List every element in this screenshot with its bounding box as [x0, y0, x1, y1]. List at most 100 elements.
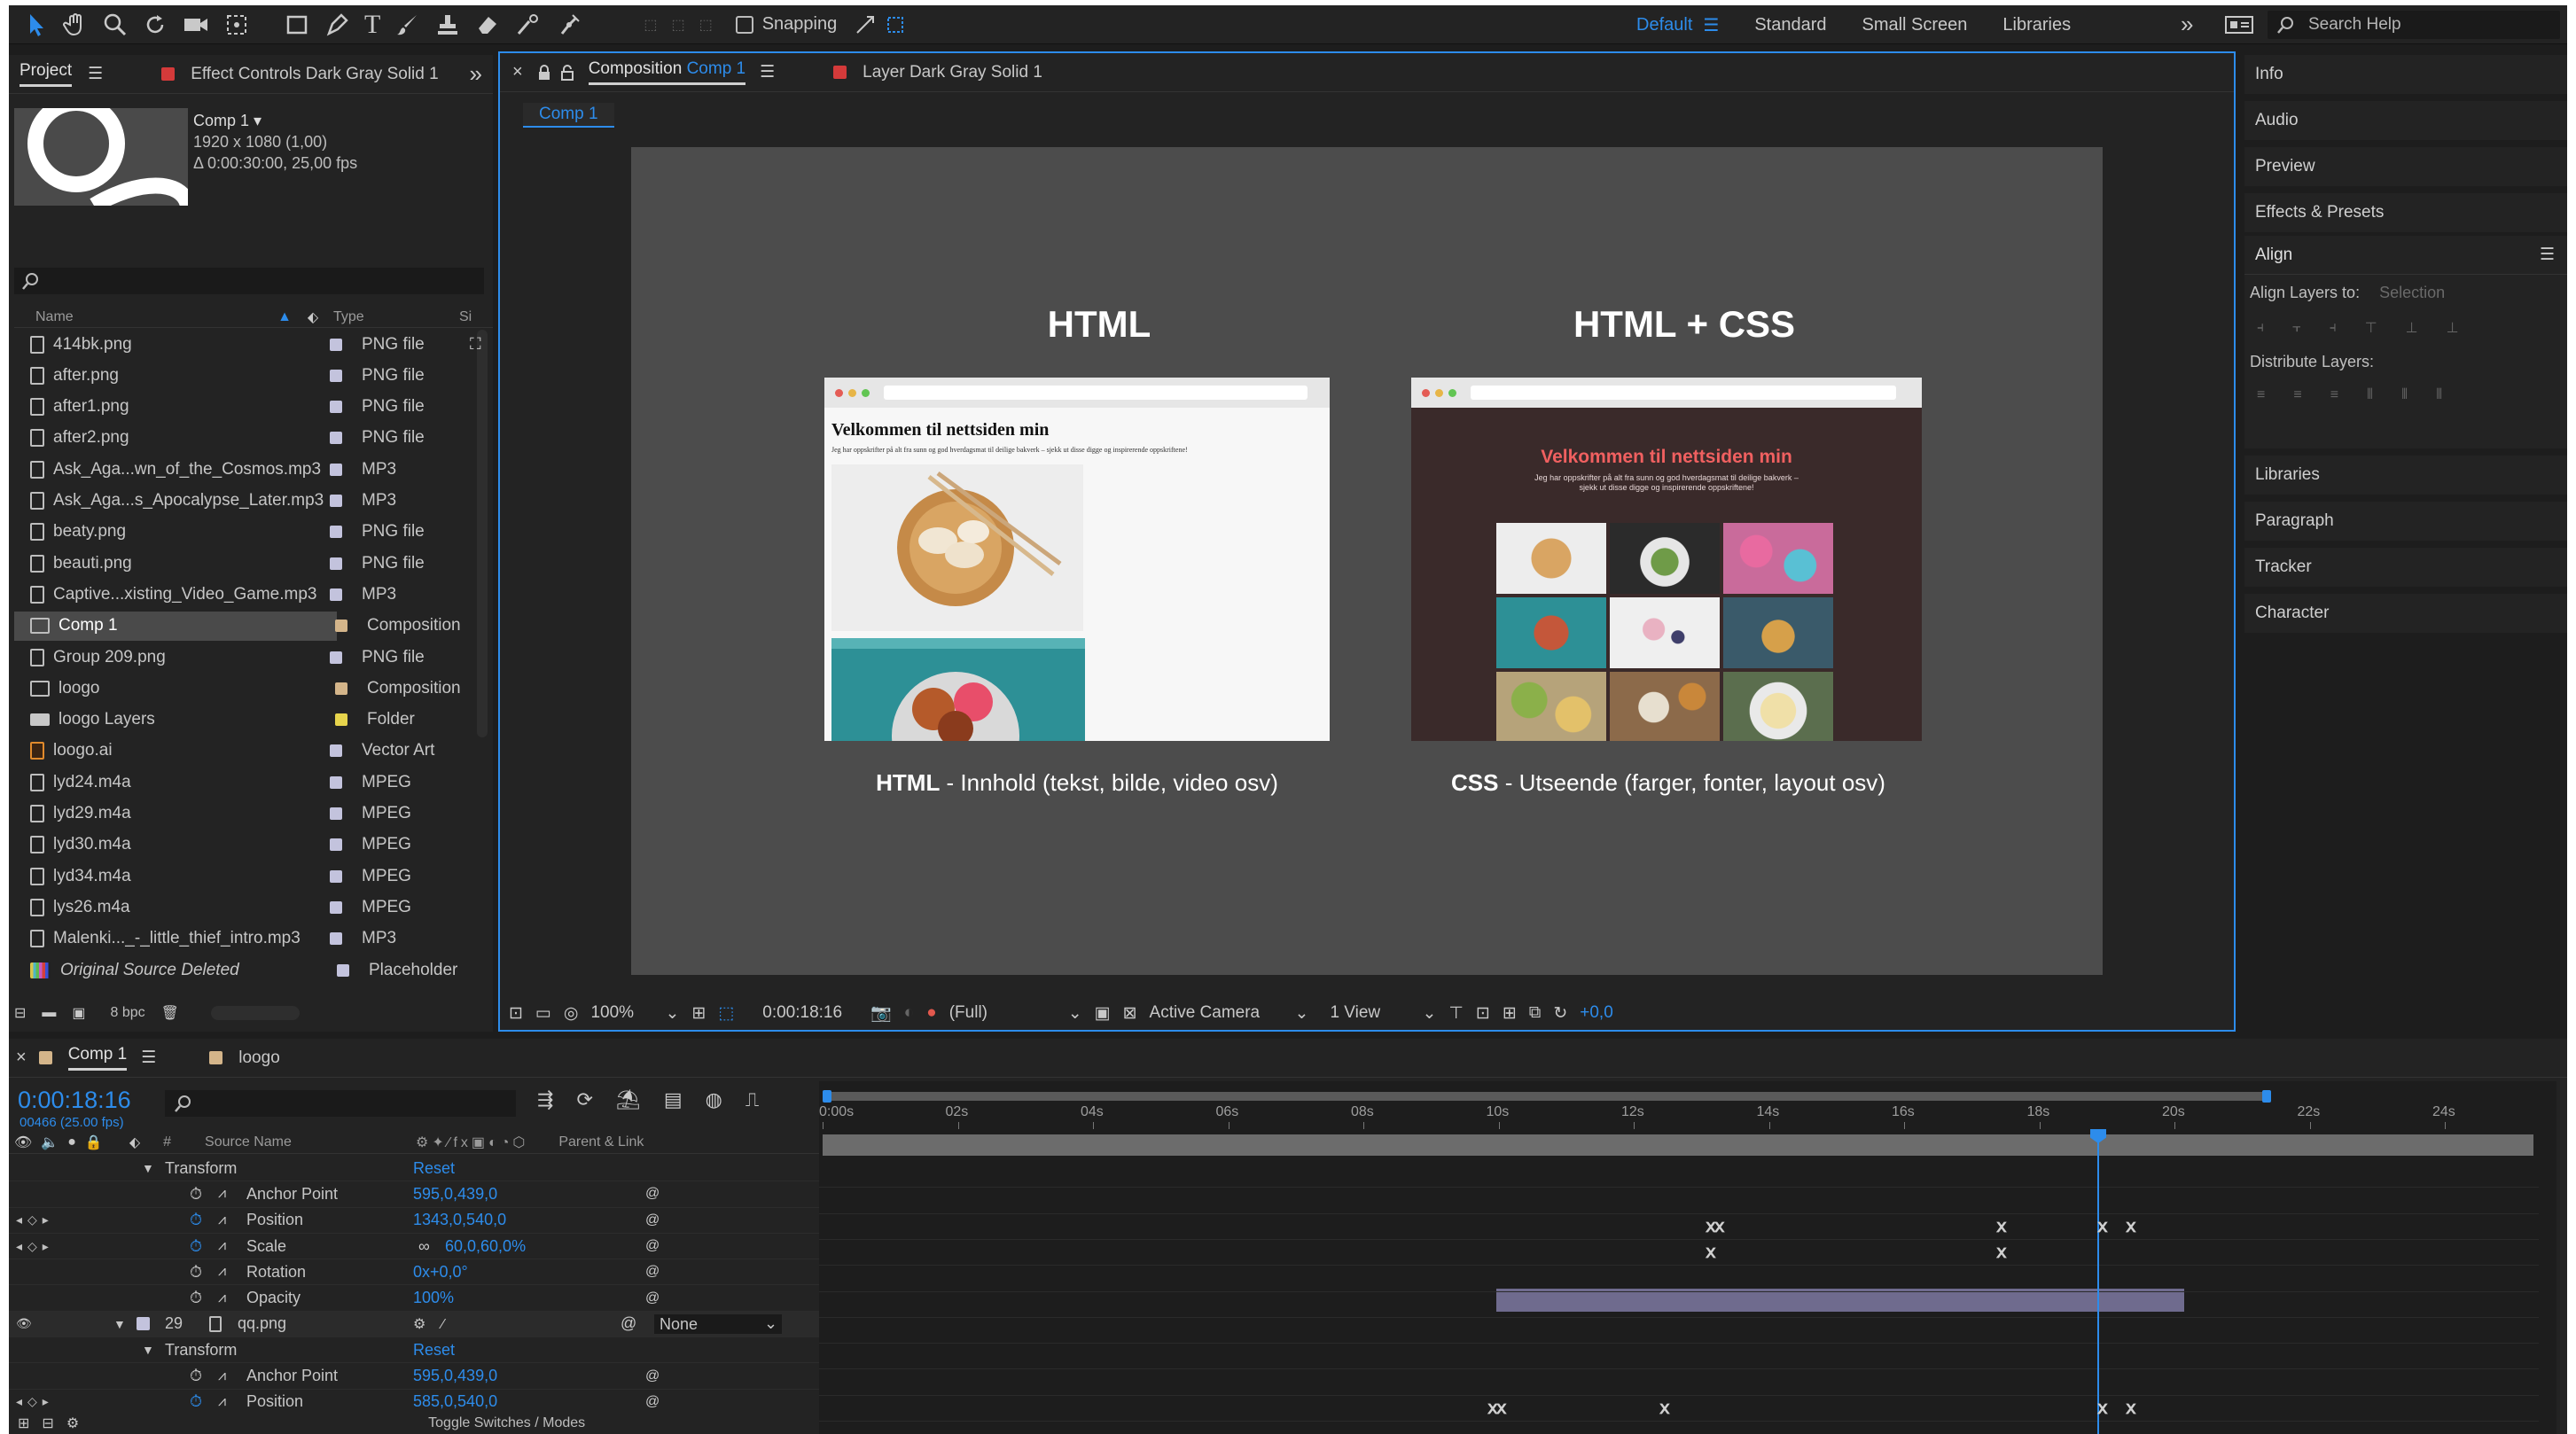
column-source-name[interactable]: Source Name	[205, 1134, 407, 1150]
snap-features-icon[interactable]	[885, 14, 906, 35]
label-color-swatch[interactable]	[330, 807, 342, 820]
column-parent-link[interactable]: Parent & Link	[558, 1134, 644, 1150]
property-value[interactable]: 585,0,540,0	[413, 1392, 497, 1411]
bit-depth-button[interactable]: 8 bpc	[111, 1005, 145, 1021]
panel-effects-presets[interactable]: Effects & Presets	[2244, 193, 2567, 232]
panel-menu-icon[interactable]: ☰	[141, 1048, 156, 1068]
label-color-swatch[interactable]	[330, 775, 342, 789]
lock-icon[interactable]	[537, 64, 551, 81]
trash-icon[interactable]: 🗑	[161, 1004, 179, 1022]
thumbnail-slider[interactable]	[210, 1006, 300, 1020]
project-item[interactable]: Captive...xisting_Video_Game.mp3 MP3	[14, 580, 475, 609]
property-value[interactable]: 595,0,439,0	[413, 1185, 497, 1204]
tab-composition[interactable]: Composition Comp 1	[588, 59, 746, 85]
label-color-swatch[interactable]	[330, 369, 342, 382]
pen-tool-icon[interactable]	[324, 12, 349, 37]
expression-pick-whip-icon[interactable]: @	[645, 1368, 660, 1384]
project-item[interactable]: lyd29.m4a MPEG	[14, 799, 475, 829]
property-value[interactable]: 1343,0,540,0	[413, 1211, 506, 1229]
puppet-tool-icon[interactable]	[557, 12, 582, 37]
align-right-icon[interactable]: ⫞	[2330, 320, 2337, 336]
property-row[interactable]: ◂◇▸ ⏱ ⩘ Scale ∞ 60,0,60,0% @	[9, 1234, 819, 1260]
keyframe-marker[interactable]: ⅹⅹ	[1487, 1397, 1507, 1419]
breadcrumb-comp-1[interactable]: Comp 1	[539, 105, 598, 124]
panel-menu-icon[interactable]: ☰	[88, 64, 103, 84]
exposure-value[interactable]: +0,0	[1580, 1003, 1613, 1023]
layer-twirl-down[interactable]: ▼	[113, 1317, 126, 1331]
rotation-tool-icon[interactable]	[143, 12, 168, 37]
frame-blending-icon[interactable]: ▤	[664, 1088, 683, 1111]
flowchart-icon[interactable]: ⧉	[1529, 1003, 1542, 1023]
align-vertical-center-icon[interactable]: ⊥	[2406, 319, 2418, 337]
distribute-left-icon[interactable]: ⦀	[2367, 387, 2373, 403]
pan-behind-tool-icon[interactable]	[224, 12, 249, 37]
property-group-row[interactable]: ▼ Transform Reset	[9, 1156, 819, 1182]
label-color-swatch[interactable]	[330, 838, 342, 852]
graph-icon[interactable]: ⩘	[218, 1394, 226, 1410]
work-area-start-handle[interactable]	[823, 1090, 831, 1103]
project-item[interactable]: beaty.png PNG file	[14, 518, 475, 547]
work-area-end-handle[interactable]	[2262, 1090, 2271, 1103]
always-preview-icon[interactable]: ⊡	[509, 1003, 523, 1024]
project-item[interactable]: loogo.ai Vector Art	[14, 736, 475, 766]
hand-tool-icon[interactable]	[63, 12, 88, 37]
camera-select[interactable]: Active Camera	[1150, 1003, 1283, 1023]
tab-effect-controls[interactable]: Effect Controls Dark Gray Solid 1	[191, 65, 438, 84]
panel-info[interactable]: Info	[2244, 55, 2567, 94]
graph-icon[interactable]: ⩘	[218, 1368, 226, 1384]
graph-icon[interactable]: ⩘	[218, 1238, 226, 1254]
stopwatch-icon[interactable]: ⏱	[190, 1211, 202, 1229]
label-color-swatch[interactable]	[335, 620, 347, 633]
label-color-swatch[interactable]	[335, 713, 347, 727]
timeline-current-time[interactable]: 0:00:18:16	[18, 1087, 131, 1114]
expression-pick-whip-icon[interactable]: @	[645, 1290, 660, 1306]
expression-pick-whip-icon[interactable]: @	[645, 1212, 660, 1228]
graph-icon[interactable]: ⩘	[218, 1212, 226, 1228]
constrain-proportions-icon[interactable]: ∞	[418, 1237, 430, 1256]
project-item[interactable]: Ask_Aga...wn_of_the_Cosmos.mp3 MP3	[14, 455, 475, 484]
label-color-swatch[interactable]	[330, 495, 342, 507]
stopwatch-icon[interactable]: ⏱	[190, 1289, 202, 1307]
viewer-timecode[interactable]: 0:00:18:16	[762, 1003, 842, 1023]
panel-audio[interactable]: Audio	[2244, 101, 2567, 140]
project-item[interactable]: 414bk.png PNG file	[14, 330, 475, 359]
panel-libraries[interactable]: Libraries	[2244, 456, 2567, 495]
property-value[interactable]: 595,0,439,0	[413, 1367, 497, 1385]
in-out-icon[interactable]: ⚙	[66, 1415, 79, 1432]
composition-canvas[interactable]: HTML HTML + CSS Velkommen til nettsiden …	[631, 147, 2103, 975]
group-twirl-down[interactable]: ▼	[142, 1343, 154, 1357]
sync-settings-icon[interactable]	[2225, 14, 2253, 35]
column-name[interactable]: Name	[14, 309, 305, 325]
keyframe-marker[interactable]: ⅹ	[2126, 1397, 2136, 1419]
expression-pick-whip-icon[interactable]: @	[645, 1238, 660, 1254]
keyframe-marker[interactable]: ⅹ	[1706, 1241, 1716, 1263]
label-color-swatch[interactable]	[330, 651, 342, 664]
keyframe-marker[interactable]: ⅹ	[2097, 1215, 2108, 1237]
expression-pick-whip-icon[interactable]: @	[645, 1186, 660, 1202]
panel-menu-icon[interactable]: ☰	[760, 62, 775, 82]
tab-project[interactable]: Project	[20, 61, 73, 87]
chevron-down-icon[interactable]: ⌄	[764, 1314, 777, 1333]
project-item[interactable]: after1.png PNG file	[14, 393, 475, 422]
stopwatch-icon[interactable]: ⏱	[190, 1185, 202, 1204]
keyframe-marker[interactable]: ⅹⅹ	[1706, 1215, 1725, 1237]
camera-tool-icon[interactable]	[183, 12, 209, 37]
snapshot-camera-icon[interactable]: 📷	[870, 1002, 892, 1024]
stopwatch-icon[interactable]: ⏱	[190, 1392, 202, 1411]
new-composition-icon[interactable]: ▣	[72, 1004, 85, 1022]
more-workspaces-icon[interactable]: »	[2181, 11, 2193, 38]
chevron-down-icon[interactable]: ⌄	[1068, 1003, 1082, 1024]
keyframe-navigator[interactable]: ◂◇▸	[16, 1239, 54, 1254]
distribute-horizontal-center-icon[interactable]: ⦀	[2401, 387, 2408, 403]
help-search-field[interactable]: Search Help	[2268, 11, 2560, 39]
project-item[interactable]: after.png PNG file	[14, 361, 475, 390]
show-snapshot-icon[interactable]: ◐	[904, 1003, 914, 1023]
layer-switches[interactable]: ⚙⁄	[413, 1315, 460, 1333]
transparency-grid-icon[interactable]: ⊠	[1123, 1003, 1137, 1024]
tab-timeline-loogo[interactable]: loogo	[238, 1048, 280, 1068]
transfer-controls-icon[interactable]: ⊟	[42, 1415, 53, 1432]
distribute-top-icon[interactable]: ≡	[2257, 387, 2265, 403]
render-icon[interactable]: ⊡	[1476, 1003, 1490, 1024]
layer-switches-icon[interactable]: ⊞	[18, 1415, 29, 1432]
layer-label-color[interactable]	[137, 1317, 150, 1331]
